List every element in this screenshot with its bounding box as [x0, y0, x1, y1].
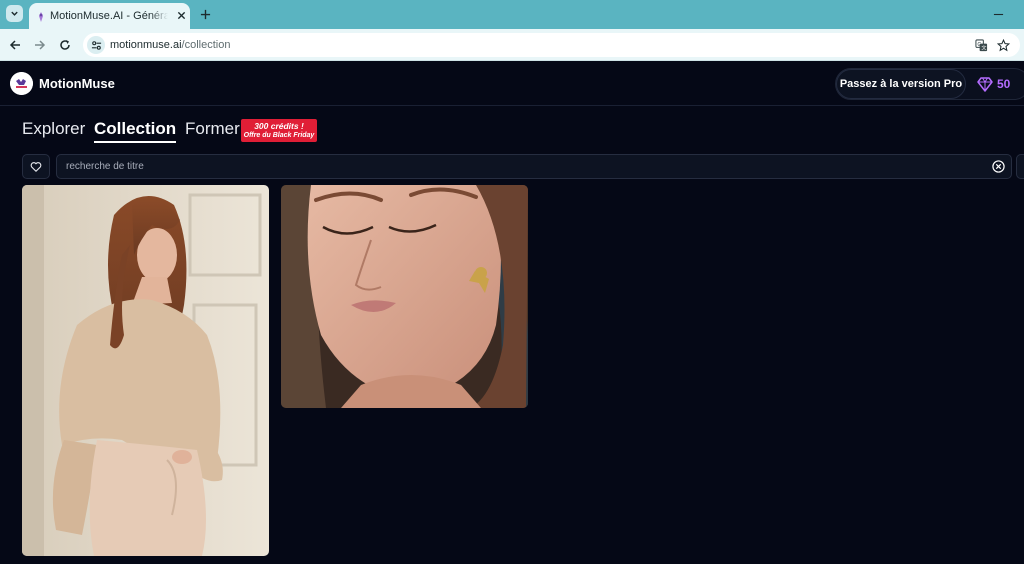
star-icon[interactable] — [995, 37, 1011, 53]
site-info-icon[interactable] — [87, 36, 105, 54]
app-header: MotionMuse Passez à la version Pro 50 — [0, 62, 1024, 106]
url-text: motionmuse.ai/collection — [110, 39, 230, 51]
closeup-image — [281, 185, 528, 408]
svg-text:文: 文 — [981, 44, 986, 51]
translate-icon[interactable]: G文 — [973, 37, 989, 53]
address-bar[interactable]: motionmuse.ai/collection G文 — [83, 33, 1020, 57]
gallery-item[interactable] — [22, 185, 269, 556]
heart-icon — [30, 161, 42, 172]
portrait-image — [22, 185, 269, 556]
tab-menu-icon[interactable] — [6, 5, 23, 22]
browser-tab[interactable]: MotionMuse.AI - Générateur de — [29, 3, 190, 29]
url-path: /collection — [181, 39, 231, 51]
side-button[interactable] — [1016, 154, 1024, 179]
logo[interactable] — [10, 72, 33, 95]
favorites-filter-button[interactable] — [22, 154, 50, 179]
promo-subtitle: Offre du Black Friday — [243, 132, 315, 139]
forward-icon[interactable] — [31, 36, 49, 54]
tab-explorer[interactable]: Explorer — [22, 119, 85, 139]
title-search-input[interactable]: recherche de titre — [56, 154, 1012, 179]
browser-tab-bar: MotionMuse.AI - Générateur de — [0, 0, 1024, 29]
black-friday-badge[interactable]: 300 crédits ! Offre du Black Friday — [241, 119, 317, 142]
plus-icon[interactable] — [197, 6, 213, 22]
upgrade-pro-button[interactable]: Passez à la version Pro — [836, 69, 966, 99]
favicon-icon — [35, 10, 47, 22]
gallery-item[interactable] — [281, 185, 528, 408]
clear-icon[interactable] — [992, 160, 1005, 173]
tab-title: MotionMuse.AI - Générateur de — [50, 10, 168, 22]
account-pill: Passez à la version Pro 50 — [835, 68, 1024, 100]
credits-count: 50 — [997, 77, 1011, 91]
minimize-icon[interactable] — [990, 6, 1006, 22]
brand-name[interactable]: MotionMuse — [39, 76, 115, 91]
close-icon[interactable] — [174, 8, 188, 22]
tab-former[interactable]: Former — [185, 119, 240, 139]
url-host: motionmuse.ai — [110, 39, 182, 51]
search-placeholder: recherche de titre — [66, 161, 144, 172]
browser-toolbar: motionmuse.ai/collection G文 — [0, 29, 1024, 61]
promo-title: 300 crédits ! — [254, 121, 304, 131]
reload-icon[interactable] — [56, 36, 74, 54]
tab-collection[interactable]: Collection — [94, 119, 177, 143]
back-icon[interactable] — [6, 36, 24, 54]
app-page: MotionMuse Passez à la version Pro 50 Ex… — [0, 62, 1024, 564]
diamond-icon — [977, 76, 993, 92]
